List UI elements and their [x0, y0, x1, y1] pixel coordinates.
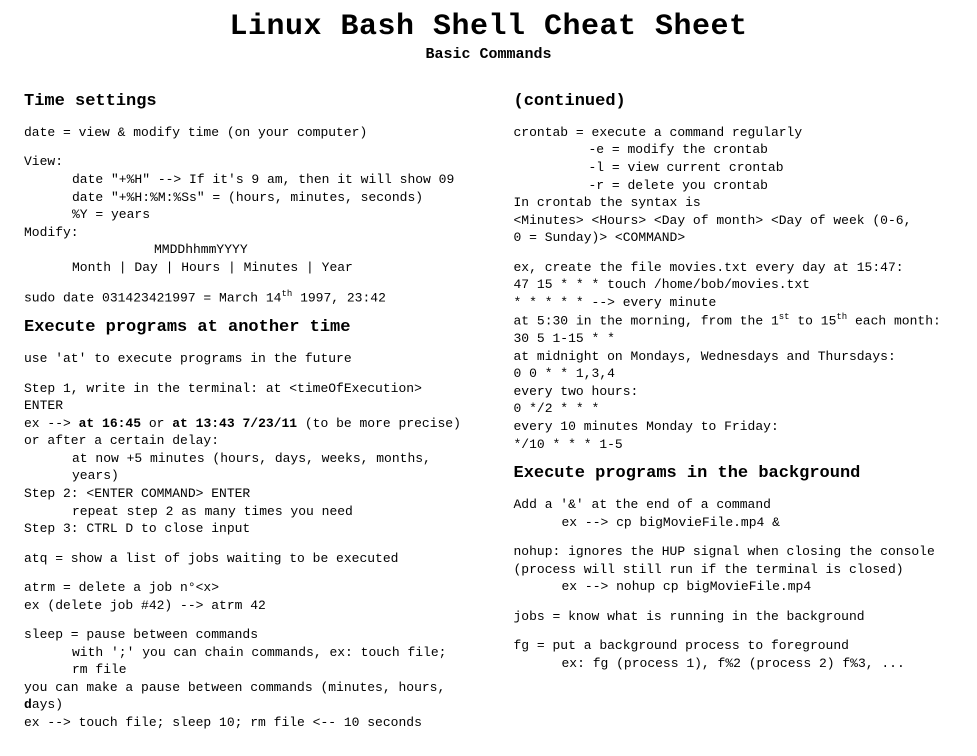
text-line: date = view & modify time (on your compu…	[24, 124, 464, 142]
text-line: ex --> nohup cp bigMovieFile.mp4	[514, 578, 954, 596]
text-line: In crontab the syntax is	[514, 194, 954, 212]
text-span: or	[141, 416, 172, 431]
page-subtitle: Basic Commands	[24, 46, 953, 63]
text-line: Step 3: CTRL D to close input	[24, 520, 464, 538]
text-line: every two hours:	[514, 383, 954, 401]
superscript: th	[281, 289, 292, 299]
text-line: ex --> cp bigMovieFile.mp4 &	[514, 514, 954, 532]
text-line: nohup: ignores the HUP signal when closi…	[514, 543, 954, 561]
text-line: * * * * * --> every minute	[514, 294, 954, 312]
columns: Time settings date = view & modify time …	[24, 81, 953, 732]
text-span: ex -->	[24, 416, 79, 431]
text-line: %Y = years	[24, 206, 464, 224]
section-time-settings: Time settings	[24, 91, 464, 114]
text-line: ex --> at 16:45 or at 13:43 7/23/11 (to …	[24, 415, 464, 433]
text-line: 0 */2 * * *	[514, 400, 954, 418]
text-line: at midnight on Mondays, Wednesdays and T…	[514, 348, 954, 366]
text-line: date "+%H" --> If it's 9 am, then it wil…	[24, 171, 464, 189]
text-line: with ';' you can chain commands, ex: tou…	[24, 644, 464, 679]
text-line: Step 2: <ENTER COMMAND> ENTER	[24, 485, 464, 503]
text-span: sudo date 031423421997 = March 14	[24, 291, 281, 306]
text-span: each month:	[847, 314, 941, 329]
text-line: ex: fg (process 1), f%2 (process 2) f%3,…	[514, 655, 954, 673]
text-line: crontab = execute a command regularly	[514, 124, 954, 142]
text-span: you can make a pause between commands (m…	[24, 680, 453, 695]
text-line: at 5:30 in the morning, from the 1st to …	[514, 311, 954, 330]
text-line: ex --> touch file; sleep 10; rm file <--…	[24, 714, 464, 732]
text-line: -l = view current crontab	[514, 159, 954, 177]
text-line: 30 5 1-15 * *	[514, 330, 954, 348]
text-line: -r = delete you crontab	[514, 177, 954, 195]
text-line: Month | Day | Hours | Minutes | Year	[24, 259, 464, 277]
text-span: at 5:30 in the morning, from the 1	[514, 314, 779, 329]
text-span: to 15	[790, 314, 837, 329]
text-line: ex (delete job #42) --> atrm 42	[24, 597, 464, 615]
text-line: */10 * * * 1-5	[514, 436, 954, 454]
text-bold: at 13:43 7/23/11	[172, 416, 297, 431]
text-line: atq = show a list of jobs waiting to be …	[24, 550, 464, 568]
text-span: (to be more precise)	[297, 416, 461, 431]
text-line: -e = modify the crontab	[514, 141, 954, 159]
superscript: st	[779, 312, 790, 322]
text-line: atrm = delete a job n°<x>	[24, 579, 464, 597]
text-line: View:	[24, 153, 464, 171]
text-line: jobs = know what is running in the backg…	[514, 608, 954, 626]
text-line: date "+%H:%M:%Ss" = (hours, minutes, sec…	[24, 189, 464, 207]
text-line: (process will still run if the terminal …	[514, 561, 954, 579]
text-bold: at 16:45	[79, 416, 141, 431]
text-line: every 10 minutes Monday to Friday:	[514, 418, 954, 436]
text-line: you can make a pause between commands (m…	[24, 679, 464, 714]
text-line: MMDDhhmmYYYY	[24, 241, 464, 259]
text-line: Add a '&' at the end of a command	[514, 496, 954, 514]
text-line: repeat step 2 as many times you need	[24, 503, 464, 521]
section-execute-another-time: Execute programs at another time	[24, 317, 464, 340]
text-line: sleep = pause between commands	[24, 626, 464, 644]
text-line: Step 1, write in the terminal: at <timeO…	[24, 380, 464, 415]
text-line: 0 0 * * 1,3,4	[514, 365, 954, 383]
text-line: fg = put a background process to foregro…	[514, 637, 954, 655]
text-line: ex, create the file movies.txt every day…	[514, 259, 954, 277]
text-line: 47 15 * * * touch /home/bob/movies.txt	[514, 276, 954, 294]
text-line: at now +5 minutes (hours, days, weeks, m…	[24, 450, 464, 485]
section-execute-background: Execute programs in the background	[514, 463, 954, 486]
text-line: use 'at' to execute programs in the futu…	[24, 350, 464, 368]
superscript: th	[836, 312, 847, 322]
page-title: Linux Bash Shell Cheat Sheet	[24, 10, 953, 44]
text-span: 1997, 23:42	[292, 291, 386, 306]
text-line: sudo date 031423421997 = March 14th 1997…	[24, 288, 464, 307]
right-column: (continued) crontab = execute a command …	[514, 81, 954, 732]
text-line: or after a certain delay:	[24, 432, 464, 450]
text-line: Modify:	[24, 224, 464, 242]
left-column: Time settings date = view & modify time …	[24, 81, 464, 732]
text-bold: d	[24, 697, 32, 712]
section-continued: (continued)	[514, 91, 954, 114]
text-line: <Minutes> <Hours> <Day of month> <Day of…	[514, 212, 954, 230]
text-span: ays)	[32, 697, 63, 712]
text-line: 0 = Sunday)> <COMMAND>	[514, 229, 954, 247]
